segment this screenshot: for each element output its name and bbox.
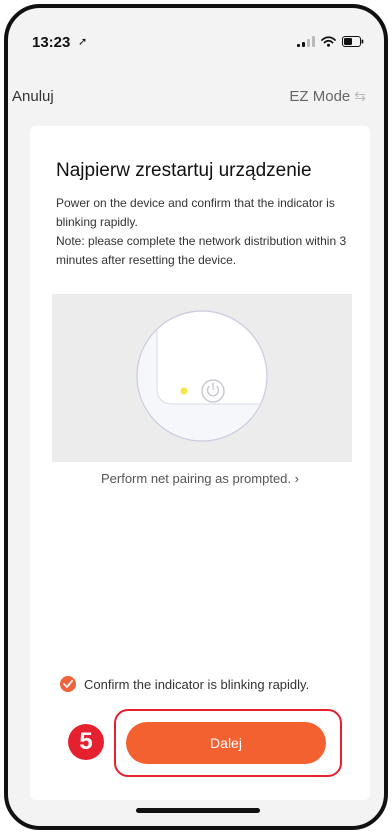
home-indicator xyxy=(136,808,260,813)
battery-icon xyxy=(342,36,364,47)
swap-icon: ⇆ xyxy=(354,88,366,104)
nav-bar: Anuluj EZ Mode ⇆ xyxy=(8,84,384,114)
confirm-label: Confirm the indicator is blinking rapidl… xyxy=(84,676,310,692)
net-pairing-prompt-link[interactable]: Perform net pairing as prompted. › xyxy=(30,471,370,486)
prompt-link-label: Perform net pairing as prompted. xyxy=(100,471,292,486)
location-arrow-icon: ➚ xyxy=(78,36,88,48)
status-time: 13:23 xyxy=(32,34,71,51)
status-bar: 13:23 ➚ xyxy=(8,8,384,66)
ez-mode-label: EZ Mode xyxy=(289,88,351,105)
ez-mode-button[interactable]: EZ Mode ⇆ xyxy=(289,88,366,105)
wifi-icon xyxy=(321,36,336,47)
instruction-line: Power on the device and confirm that the… xyxy=(56,196,335,229)
confirm-checkbox[interactable]: Confirm the indicator is blinking rapidl… xyxy=(60,676,309,692)
chevron-right-icon: › xyxy=(294,471,299,486)
status-indicators xyxy=(297,36,364,47)
content-card: Najpierw zrestartuj urządzenie Power on … xyxy=(30,126,370,800)
page-title: Najpierw zrestartuj urządzenie xyxy=(56,160,312,181)
indicator-light-icon xyxy=(180,387,188,395)
phone-frame: 13:23 ➚ Anuluj EZ Mode ⇆ Najpierw zresta… xyxy=(4,4,388,830)
step-number-badge: 5 xyxy=(68,724,104,760)
device-illustration xyxy=(52,294,352,462)
instructions: Power on the device and confirm that the… xyxy=(56,194,356,270)
checkmark-icon xyxy=(60,676,76,692)
note-line: Note: please complete the network distri… xyxy=(56,234,347,267)
signal-icon xyxy=(297,36,315,47)
next-button[interactable]: Dalej xyxy=(126,722,326,764)
cancel-button[interactable]: Anuluj xyxy=(12,88,54,105)
